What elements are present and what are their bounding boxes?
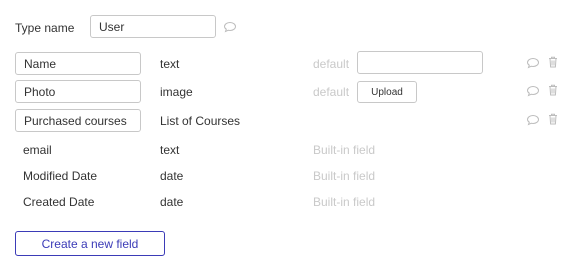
field-name-input-purchased-courses[interactable]: Purchased courses bbox=[15, 109, 141, 132]
builtin-field-type-email: text bbox=[160, 143, 180, 157]
builtin-field-type-modified-date: date bbox=[160, 169, 184, 183]
field-purchased-courses-trash-icon[interactable] bbox=[546, 112, 560, 126]
type-name-label: Type name bbox=[15, 21, 75, 35]
field-name-input-name[interactable]: Name bbox=[15, 52, 141, 75]
upload-button[interactable]: Upload bbox=[357, 81, 417, 103]
builtin-field-type-created-date: date bbox=[160, 195, 184, 209]
field-name-input-photo[interactable]: Photo bbox=[15, 80, 141, 103]
type-name-comment-icon[interactable] bbox=[223, 20, 237, 34]
field-name-trash-icon[interactable] bbox=[546, 55, 560, 69]
builtin-field-note-modified-date: Built-in field bbox=[313, 169, 376, 183]
field-name-comment-icon[interactable] bbox=[526, 56, 540, 70]
builtin-field-note-created-date: Built-in field bbox=[313, 195, 376, 209]
field-type-photo: image bbox=[160, 85, 193, 99]
builtin-field-note-email: Built-in field bbox=[313, 143, 376, 157]
field-photo-comment-icon[interactable] bbox=[526, 84, 540, 98]
builtin-field-name-modified-date: Modified Date bbox=[23, 169, 98, 183]
field-type-name: text bbox=[160, 57, 180, 71]
create-new-field-button[interactable]: Create a new field bbox=[15, 231, 165, 256]
builtin-field-name-created-date: Created Date bbox=[23, 195, 95, 209]
type-name-input[interactable]: User bbox=[90, 15, 216, 38]
field-default-label-name: default bbox=[313, 57, 350, 71]
field-type-purchased-courses: List of Courses bbox=[160, 114, 241, 128]
field-photo-trash-icon[interactable] bbox=[546, 83, 560, 97]
field-default-label-photo: default bbox=[313, 85, 350, 99]
field-purchased-courses-comment-icon[interactable] bbox=[526, 113, 540, 127]
builtin-field-name-email: email bbox=[23, 143, 52, 157]
field-default-input-name[interactable] bbox=[357, 51, 483, 74]
